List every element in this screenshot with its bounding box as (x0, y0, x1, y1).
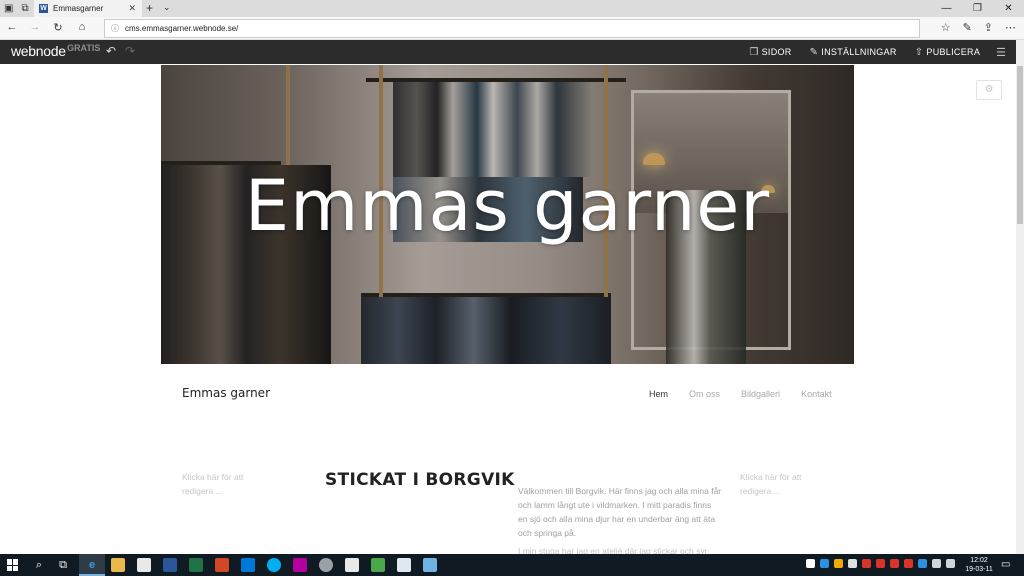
tray-app-icon[interactable] (876, 559, 885, 568)
refresh-icon[interactable]: ↻ (51, 21, 65, 34)
search-icon[interactable]: ⌕ (32, 558, 46, 572)
tray-app-icon[interactable] (890, 559, 899, 568)
forward-icon[interactable]: → (28, 21, 42, 33)
settings-app-icon[interactable] (319, 558, 333, 572)
browser-tab-strip: ▣ ⧉ W Emmasgarner ✕ + ⌄ — ❐ ✕ (0, 0, 1024, 17)
file-explorer-icon[interactable] (111, 558, 125, 572)
tray-app-icon[interactable] (904, 559, 913, 568)
people-icon[interactable] (806, 559, 815, 568)
restore-icon[interactable]: ❐ (962, 0, 993, 17)
editor-toolbar: webnode GRATIS ↶ ↷ ❐ SIDOR ✎ INSTÄLLNING… (0, 40, 1016, 64)
site-navigation: Hem Om oss Bildgalleri Kontakt (649, 389, 832, 399)
publisher-icon[interactable] (371, 558, 385, 572)
address-bar-row: ← → ↻ ⌂ ⓘ cms.emmasgarner.webnode.se/ ☆ … (0, 17, 1024, 40)
nav-item-gallery[interactable]: Bildgalleri (741, 389, 780, 399)
mail-icon[interactable] (137, 558, 151, 572)
back-icon[interactable]: ← (5, 21, 19, 33)
nav-item-about[interactable]: Om oss (689, 389, 720, 399)
notes-icon[interactable]: ✎ (963, 21, 972, 34)
webnode-logo[interactable]: webnode (11, 43, 66, 59)
editor-menu: ❐ SIDOR ✎ INSTÄLLNINGAR ⇧ PUBLICERA ☰ (749, 40, 1016, 64)
system-tray (806, 559, 955, 568)
powerpoint-icon[interactable] (215, 558, 229, 572)
undo-icon[interactable]: ↶ (106, 44, 116, 58)
dropbox-icon[interactable] (820, 559, 829, 568)
home-icon[interactable]: ⌂ (75, 21, 89, 33)
page-scrollbar[interactable] (1016, 64, 1024, 554)
window-controls: — ❐ ✕ (931, 0, 1024, 17)
site-name[interactable]: Emmas garner (182, 386, 270, 400)
tray-app-icon[interactable] (862, 559, 871, 568)
taskbar-clock[interactable]: 12:02 19-03-11 (964, 556, 994, 574)
minimize-icon[interactable]: — (931, 0, 962, 17)
favorites-icon[interactable]: ☆ (941, 21, 951, 34)
redo-icon[interactable]: ↷ (125, 44, 135, 58)
windows-taskbar: ⌕ ⧉ e 12:02 19-03-11 ▭ (0, 554, 1024, 576)
share-icon[interactable]: ⇪ (984, 21, 993, 34)
word-icon[interactable] (163, 558, 177, 572)
upload-icon: ⇧ (914, 46, 924, 58)
hero-banner[interactable]: Emmas garner (161, 65, 854, 364)
publish-button[interactable]: ⇧ PUBLICERA (915, 47, 980, 58)
paint-icon[interactable] (423, 558, 437, 572)
close-window-icon[interactable]: ✕ (993, 0, 1024, 17)
store-icon[interactable] (241, 558, 255, 572)
pages-button[interactable]: ❐ SIDOR (749, 47, 791, 58)
publish-label: PUBLICERA (926, 47, 981, 57)
gear-icon[interactable]: ⚙ (976, 80, 1002, 100)
edit-placeholder-right[interactable]: Klicka här för att redigera ... (740, 470, 830, 498)
tab-title: Emmasgarner (53, 4, 104, 13)
skype-icon[interactable] (267, 558, 281, 572)
hero-title[interactable]: Emmas garner (161, 165, 854, 247)
close-tab-icon[interactable]: ✕ (128, 3, 136, 14)
media-player-icon[interactable] (345, 558, 359, 572)
settings-label: INSTÄLLNINGAR (821, 47, 897, 57)
edge-icon: e (88, 559, 96, 571)
tab-preview-chevron-icon[interactable]: ⌄ (163, 2, 171, 13)
hamburger-icon[interactable]: ☰ (996, 46, 1006, 59)
more-icon[interactable]: ⋯ (1005, 21, 1016, 34)
network-icon[interactable] (932, 559, 941, 568)
tab-actions: ▣ ⧉ (4, 3, 29, 14)
pages-label: SIDOR (761, 47, 792, 57)
set-aside-tabs-icon[interactable]: ▣ (4, 3, 13, 14)
plan-badge: GRATIS (67, 43, 101, 53)
wrench-icon: ✎ (809, 46, 819, 58)
settings-button[interactable]: ✎ INSTÄLLNINGAR (810, 47, 897, 58)
tray-app-icon[interactable] (834, 559, 843, 568)
clock-time: 12:02 (970, 557, 988, 564)
nav-item-home[interactable]: Hem (649, 389, 668, 399)
scrollbar-thumb[interactable] (1017, 66, 1023, 224)
intro-paragraph[interactable]: Välkommen till Borgvik. Här finns jag oc… (518, 484, 723, 540)
clock-date: 19-03-11 (965, 566, 993, 573)
site-info-icon[interactable]: ⓘ (111, 20, 119, 37)
browser-actions: ☆ ✎ ⇪ ⋯ (941, 21, 1016, 34)
tray-app-icon[interactable] (848, 559, 857, 568)
section-heading[interactable]: STICKAT I BORGVIK (325, 470, 515, 490)
new-tab-icon[interactable]: + (146, 1, 153, 15)
notepad-icon[interactable] (397, 558, 411, 572)
show-tabs-icon[interactable]: ⧉ (21, 3, 28, 14)
onenote-icon[interactable] (293, 558, 307, 572)
nav-item-contact[interactable]: Kontakt (801, 389, 832, 399)
volume-icon[interactable] (946, 559, 955, 568)
excel-icon[interactable] (189, 558, 203, 572)
url-text: cms.emmasgarner.webnode.se/ (125, 24, 239, 33)
start-icon[interactable] (7, 559, 19, 571)
favicon-icon: W (39, 4, 48, 13)
bluetooth-icon[interactable] (918, 559, 927, 568)
pages-icon: ❐ (749, 46, 759, 58)
browser-tab[interactable]: W Emmasgarner ✕ (34, 0, 142, 17)
task-view-icon[interactable]: ⧉ (56, 558, 70, 572)
url-field[interactable]: ⓘ cms.emmasgarner.webnode.se/ (104, 19, 920, 38)
action-center-icon[interactable]: ▭ (1001, 559, 1010, 570)
edit-placeholder-left[interactable]: Klicka här för att redigera ... (182, 470, 272, 498)
second-paragraph[interactable]: I min stuga har jag en ateljé där jag st… (518, 544, 723, 554)
scrollbar-top (1016, 40, 1024, 64)
